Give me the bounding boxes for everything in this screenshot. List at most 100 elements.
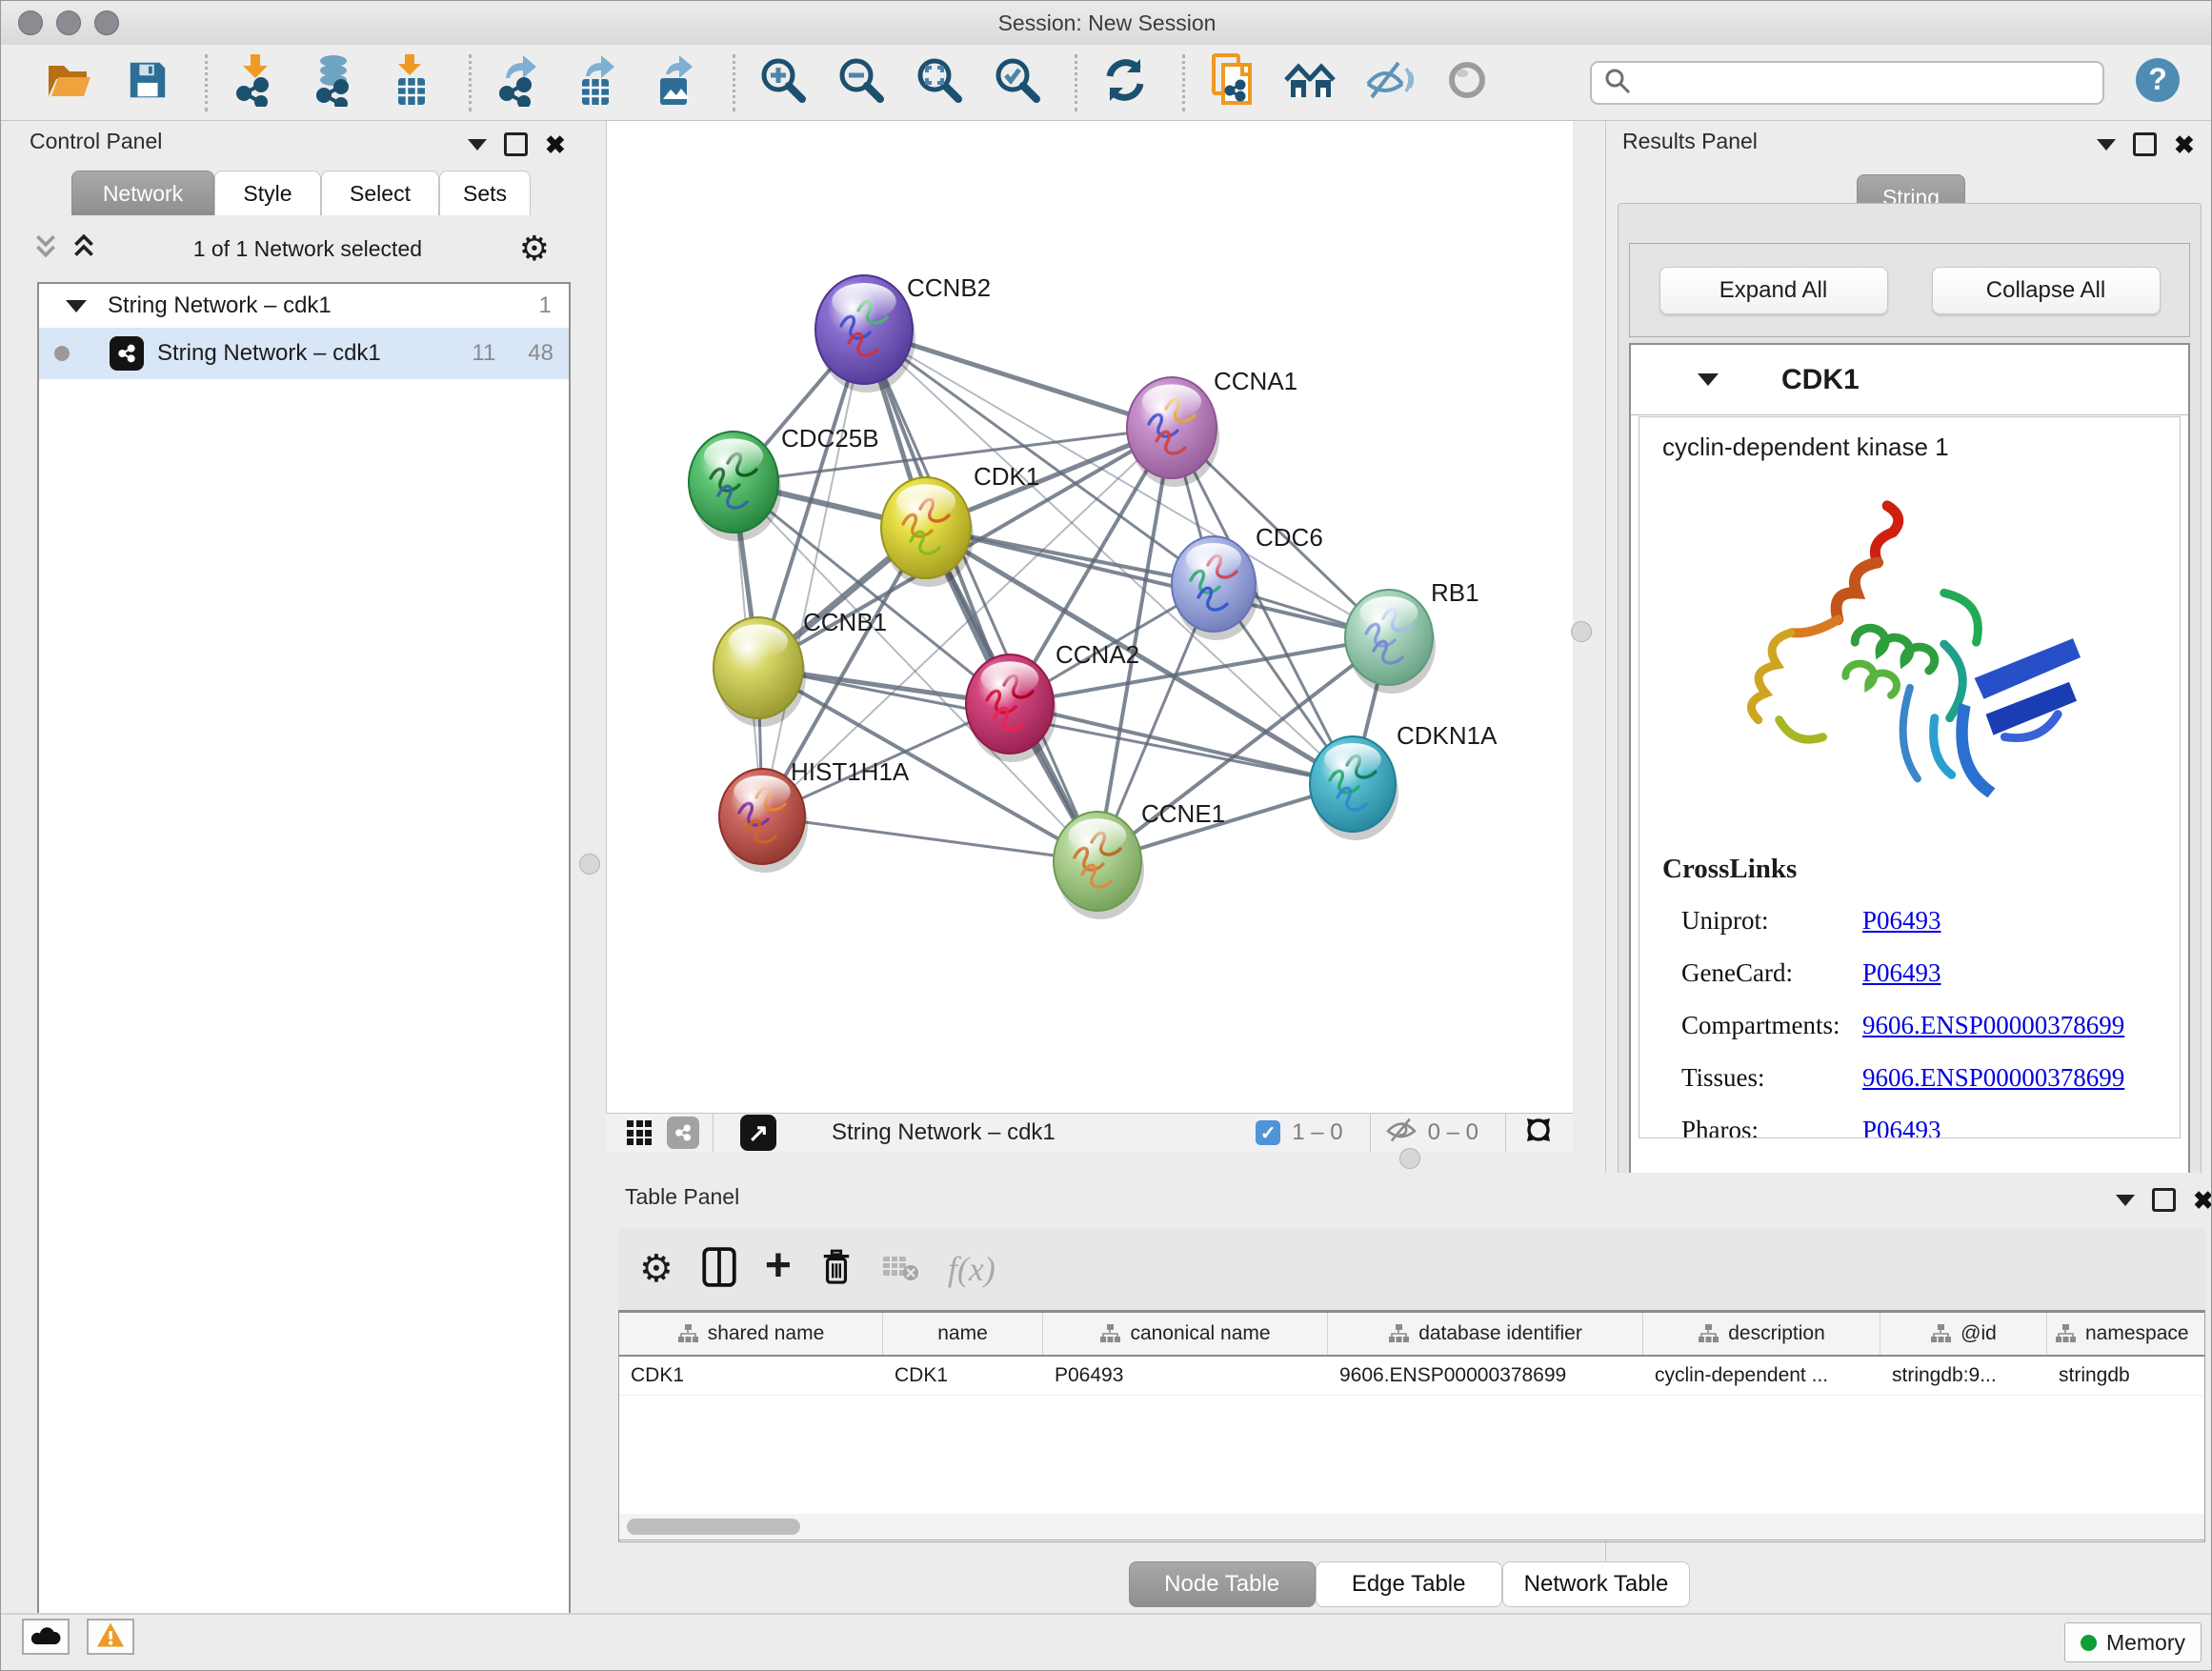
zoom-selected-button[interactable] — [991, 53, 1044, 112]
column-header-id[interactable]: @id — [1880, 1313, 2047, 1355]
cell-name[interactable]: CDK1 — [883, 1357, 1043, 1395]
cell-canonical-name[interactable]: P06493 — [1043, 1357, 1328, 1395]
cell-database-identifier[interactable]: 9606.ENSP00000378699 — [1328, 1357, 1643, 1395]
table-horizontal-scrollbar[interactable] — [618, 1514, 2205, 1540]
expand-all-button[interactable]: Expand All — [1659, 267, 1888, 314]
table-row[interactable]: CDK1 CDK1 P06493 9606.ENSP00000378699 cy… — [619, 1357, 2204, 1396]
crosslink-link[interactable]: 9606.ENSP00000378699 — [1862, 1011, 2124, 1040]
crosslink-link[interactable]: 9606.ENSP00000378699 — [1862, 1063, 2124, 1093]
tab-network[interactable]: Network — [71, 171, 214, 216]
collapse-panel-icon[interactable] — [2116, 1195, 2135, 1206]
node-CCNA2[interactable]: CCNA2 — [966, 640, 1139, 762]
node-label-CCNA1: CCNA1 — [1214, 367, 1297, 395]
column-header-database-identifier[interactable]: database identifier — [1328, 1313, 1643, 1355]
zoom-fit-button[interactable] — [913, 53, 966, 112]
node-CDK1[interactable]: CDK1 — [881, 462, 1039, 587]
birds-eye-grid-icon[interactable] — [627, 1120, 652, 1145]
node-RB1[interactable]: RB1 — [1345, 578, 1479, 694]
gene-section-header[interactable]: CDK1 — [1631, 345, 2188, 415]
table-options-gear-icon[interactable]: ⚙ — [639, 1250, 674, 1288]
cell-shared-name[interactable]: CDK1 — [619, 1357, 883, 1395]
collapse-panel-icon[interactable] — [468, 139, 487, 151]
column-header-canonical-name[interactable]: canonical name — [1043, 1313, 1328, 1355]
node-HIST1H1A[interactable]: HIST1H1A — [719, 757, 910, 873]
cell-namespace[interactable]: stringdb — [2047, 1357, 2204, 1395]
zoom-out-button[interactable] — [835, 53, 888, 112]
network-collection-row[interactable]: String Network – cdk1 1 — [39, 284, 569, 328]
node-CCNB1[interactable]: CCNB1 — [714, 608, 887, 727]
import-network-file-button[interactable] — [229, 53, 282, 112]
float-panel-icon[interactable] — [2152, 1188, 2176, 1212]
expand-all-networks-icon[interactable] — [71, 233, 96, 265]
edge-CCNA2-CDKN1A[interactable] — [1010, 704, 1353, 784]
export-network-button[interactable] — [493, 53, 546, 112]
cell-description[interactable]: cyclin-dependent ... — [1643, 1357, 1880, 1395]
create-column-plus-icon[interactable]: + — [765, 1247, 792, 1285]
tab-style[interactable]: Style — [214, 171, 321, 216]
open-session-button[interactable] — [43, 53, 96, 112]
save-session-button[interactable] — [121, 53, 174, 112]
string-documents-button[interactable] — [1206, 53, 1259, 112]
edge-HIST1H1A-CCNE1[interactable] — [762, 816, 1097, 861]
export-table-button[interactable] — [571, 53, 624, 112]
node-CCNE1[interactable]: CCNE1 — [1054, 799, 1225, 919]
help-button[interactable]: ? — [2131, 53, 2184, 112]
tab-edge-table[interactable]: Edge Table — [1316, 1561, 1502, 1607]
node-CDC6[interactable]: CDC6 — [1172, 523, 1323, 640]
zoom-in-button[interactable] — [756, 53, 810, 112]
collapse-panel-icon[interactable] — [2097, 139, 2116, 151]
column-header-description[interactable]: description — [1643, 1313, 1880, 1355]
float-panel-icon[interactable] — [504, 132, 528, 156]
search-field-wrap — [1590, 61, 2104, 105]
open-in-window-icon[interactable]: ↗ — [740, 1115, 776, 1151]
memory-label: Memory — [2106, 1630, 2185, 1656]
import-network-database-button[interactable] — [307, 53, 360, 112]
show-columns-icon[interactable] — [702, 1247, 736, 1292]
network-options-gear-icon[interactable]: ⚙ — [519, 232, 550, 266]
crosslink-link[interactable]: P06493 — [1862, 906, 1941, 936]
collapse-all-networks-icon[interactable] — [33, 233, 58, 265]
cloud-status-button[interactable] — [22, 1619, 70, 1655]
crosslink-link[interactable]: P06493 — [1862, 958, 1941, 988]
network-row-selected[interactable]: String Network – cdk1 11 48 — [39, 328, 569, 379]
tab-select[interactable]: Select — [321, 171, 439, 216]
close-panel-icon[interactable]: ✖ — [545, 135, 566, 154]
search-input[interactable] — [1590, 61, 2104, 105]
float-panel-icon[interactable] — [2133, 132, 2157, 156]
selected-nodes-checkbox[interactable]: ✓ — [1256, 1120, 1280, 1145]
string-home-button[interactable] — [1284, 53, 1337, 112]
left-splitter-handle[interactable] — [579, 854, 600, 875]
right-splitter-handle[interactable] — [1571, 621, 1592, 642]
save-icon — [126, 58, 170, 107]
hidden-eye-slash-icon[interactable] — [1384, 1117, 1418, 1150]
column-header-namespace[interactable]: namespace — [2047, 1313, 2204, 1355]
close-panel-icon[interactable]: ✖ — [2174, 135, 2195, 154]
node-CDKN1A[interactable]: CDKN1A — [1310, 721, 1498, 840]
collection-expander-icon[interactable] — [66, 300, 87, 312]
cell-id[interactable]: stringdb:9... — [1880, 1357, 2047, 1395]
network-canvas[interactable]: CCNB2 CCNA1 CDC25BCDK1 CDC6RB1 CCNB1 CCNA2 CDK… — [606, 121, 1573, 1113]
tab-network-table[interactable]: Network Table — [1502, 1561, 1691, 1607]
column-header-shared-name[interactable]: shared name — [619, 1313, 883, 1355]
export-image-button[interactable] — [649, 53, 702, 112]
show-glass-button[interactable] — [1440, 53, 1494, 112]
apply-layout-button[interactable] — [1098, 53, 1152, 112]
column-header-name[interactable]: name — [883, 1313, 1043, 1355]
network-share-icon[interactable] — [667, 1117, 699, 1149]
bottom-splitter-handle[interactable] — [1399, 1148, 1420, 1169]
warnings-button[interactable] — [87, 1619, 134, 1655]
import-table-button[interactable] — [385, 53, 438, 112]
hide-glass-button[interactable] — [1362, 53, 1416, 112]
tab-sets[interactable]: Sets — [439, 171, 531, 216]
crosslink-link[interactable]: P06493 — [1862, 1116, 1941, 1138]
node-label-CDC25B: CDC25B — [781, 424, 879, 453]
node-CCNB2[interactable]: CCNB2 — [815, 273, 991, 393]
close-panel-icon[interactable]: ✖ — [2193, 1191, 2212, 1210]
fit-selection-crosshair-icon[interactable] — [1519, 1111, 1558, 1156]
scrollbar-thumb[interactable] — [627, 1519, 800, 1535]
delete-column-trash-icon[interactable] — [820, 1247, 853, 1292]
collapse-all-button[interactable]: Collapse All — [1932, 267, 2161, 314]
tab-node-table[interactable]: Node Table — [1129, 1561, 1316, 1607]
section-expander-icon[interactable] — [1698, 373, 1719, 386]
memory-button[interactable]: Memory — [2064, 1622, 2202, 1662]
